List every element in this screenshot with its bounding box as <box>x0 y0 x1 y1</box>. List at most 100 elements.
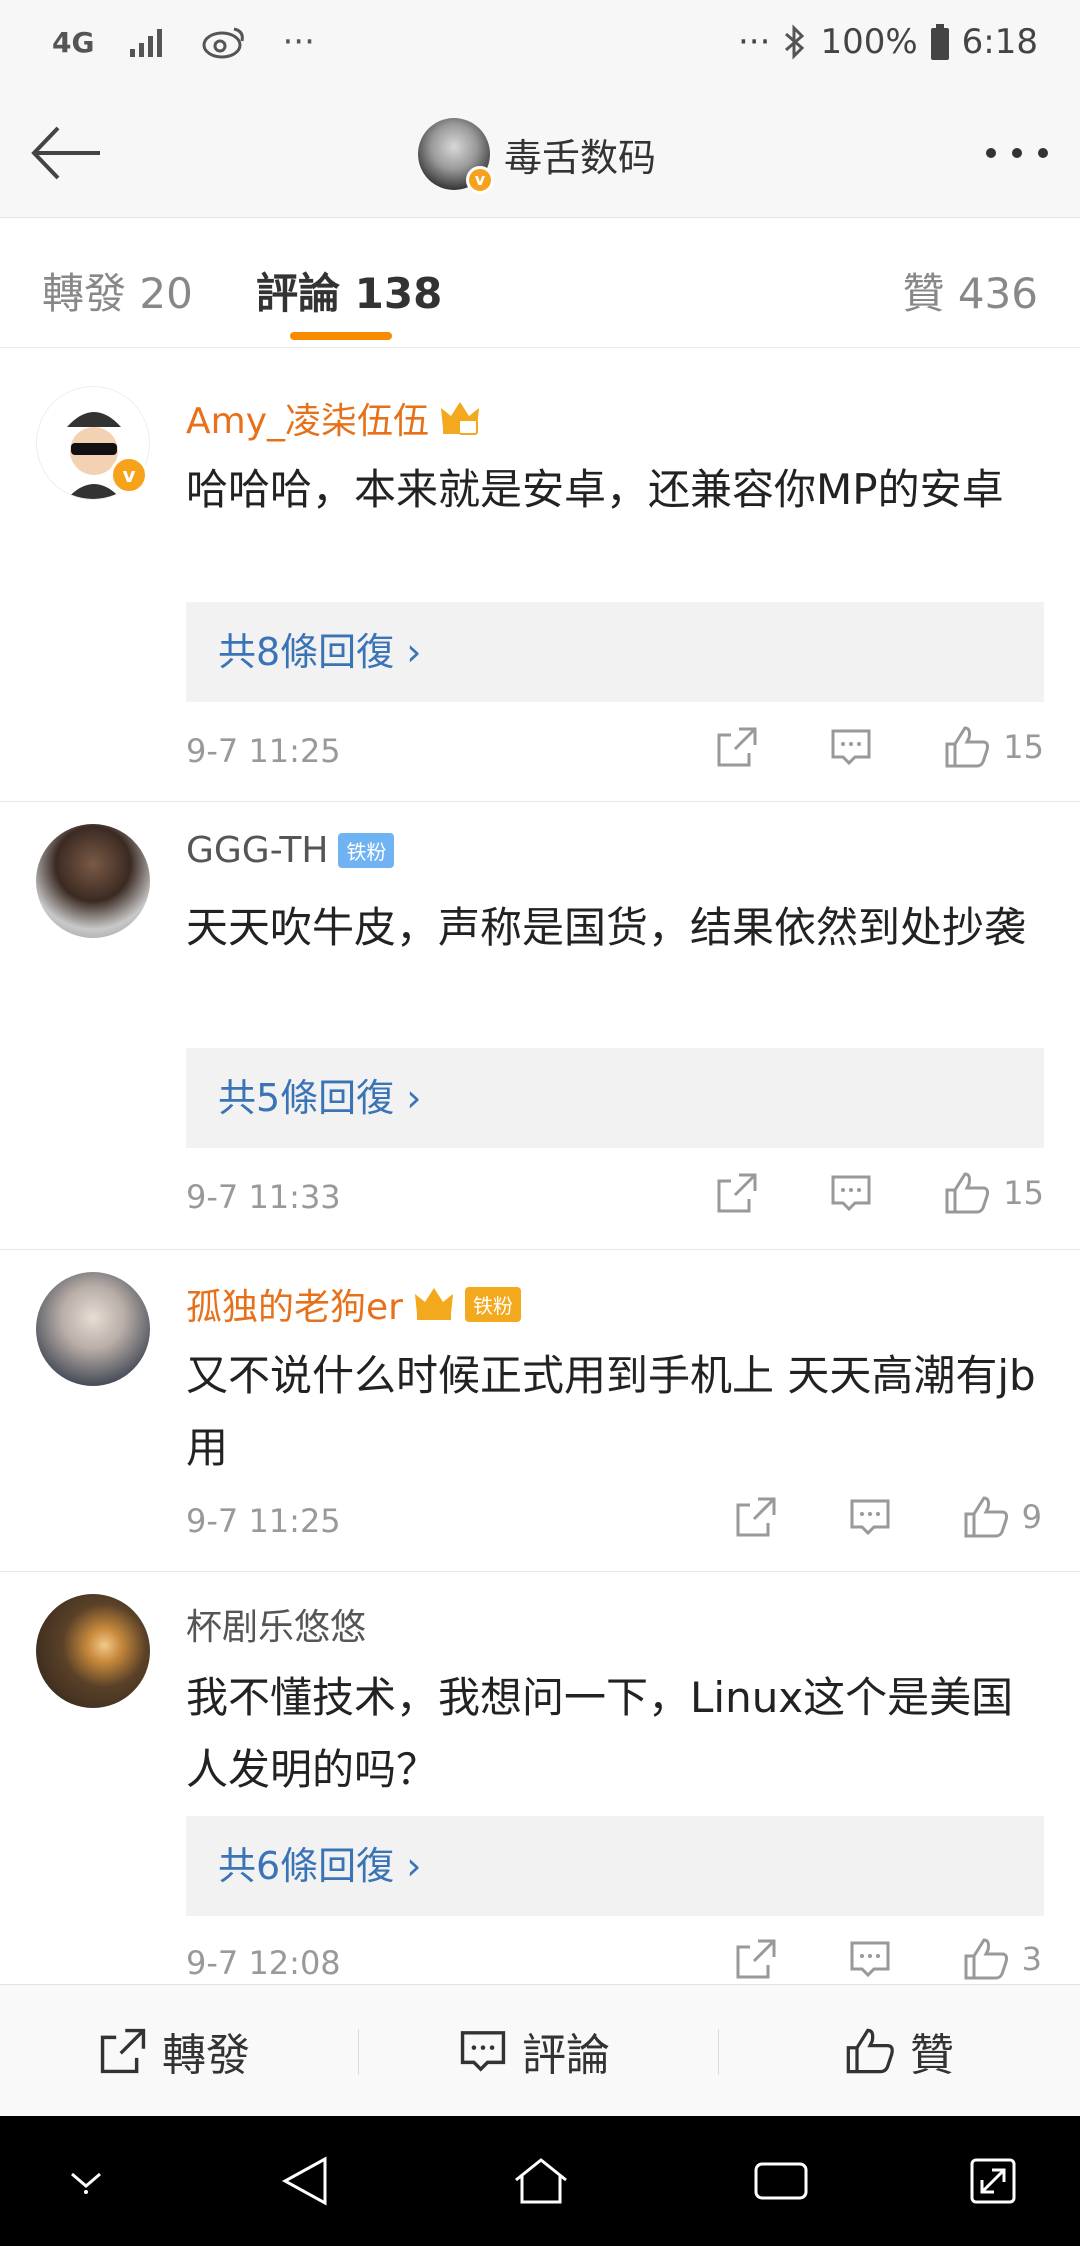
timestamp: 9-7 11:25 <box>186 732 341 770</box>
repost-button[interactable]: 轉發 <box>98 1985 250 2117</box>
more-menu-button[interactable] <box>986 148 1048 158</box>
share-icon[interactable] <box>734 1937 778 1981</box>
comment-icon[interactable] <box>848 1495 892 1539</box>
recents-icon <box>754 2162 808 2200</box>
thumbs-up-icon <box>945 1172 990 1214</box>
share-icon[interactable] <box>715 725 759 769</box>
nav-home-button[interactable] <box>506 2116 576 2246</box>
like-label: 贊 <box>910 2030 954 2081</box>
fan-badge: 铁粉 <box>338 833 395 868</box>
back-arrow-icon <box>31 126 100 180</box>
nav-recents-button[interactable] <box>746 2116 816 2246</box>
nav-expand-button[interactable] <box>958 2116 1028 2246</box>
tab-likes[interactable]: 贊 436 <box>902 260 1038 321</box>
username[interactable]: GGG-TH 铁粉 <box>186 830 395 871</box>
status-bar: 4G ··· ··· 100% 6:18 <box>0 0 1080 90</box>
chevron-right-icon: › <box>394 1076 422 1120</box>
comment-button[interactable]: 評論 <box>458 1985 610 2117</box>
username-text: 杯剧乐悠悠 <box>186 1607 367 1648</box>
tab-bar: 轉發 20 評論 138 贊 436 <box>0 218 1080 348</box>
username[interactable]: 杯剧乐悠悠 <box>186 1598 366 1650</box>
verified-icon: v <box>110 456 148 494</box>
replies-link[interactable]: 共6條回復 › <box>186 1816 1044 1916</box>
comment-item: 孤独的老狗er 铁粉 又不说什么时候正式用到手机上 天天高潮有jb用 9-7 1… <box>0 1250 1080 1572</box>
bluetooth-icon <box>785 24 805 60</box>
nav-back-button[interactable] <box>270 2116 340 2246</box>
more-status-dots-right: ··· <box>738 22 771 62</box>
back-button[interactable] <box>28 120 104 186</box>
nav-bar: v 毒舌数码 <box>0 90 1080 218</box>
comment-item: v Amy_凌柒伍伍 哈哈哈，本来就是安卓，还兼容你MP的安卓 共8條回復 › … <box>0 364 1080 802</box>
chevron-right-icon: › <box>394 1844 422 1888</box>
repost-label: 轉發 <box>162 2030 250 2081</box>
like-count: 3 <box>1021 1940 1042 1978</box>
comment-text: 又不说什么时候正式用到手机上 天天高潮有jb用 <box>186 1351 1036 1472</box>
like-count: 15 <box>1003 728 1044 766</box>
battery-percent: 100% <box>820 22 918 62</box>
divider <box>358 2029 359 2075</box>
comment-label: 評論 <box>522 2030 610 2081</box>
comment-item: 杯剧乐悠悠 我不懂技术，我想问一下，Linux这个是美国人发明的吗？ 共6條回復… <box>0 1572 1080 1984</box>
comment-text: 我不懂技术，我想问一下，Linux这个是美国人发明的吗？ <box>186 1673 1014 1794</box>
timestamp: 9-7 11:25 <box>186 1502 341 1540</box>
like-button[interactable]: 3 <box>962 1936 1042 1982</box>
comment-icon <box>460 2031 506 2072</box>
verified-icon: v <box>466 166 494 194</box>
like-button[interactable]: 15 <box>943 724 1044 770</box>
expand-icon <box>970 2158 1016 2204</box>
weibo-icon <box>202 27 245 59</box>
bottom-action-bar: 轉發 評論 贊 <box>0 1984 1080 2116</box>
replies-label: 共5條回復 <box>218 1076 395 1120</box>
like-button[interactable]: 9 <box>962 1494 1042 1540</box>
comment-icon[interactable] <box>829 1171 873 1215</box>
comment-icon[interactable] <box>829 725 873 769</box>
comment-icon[interactable] <box>848 1937 892 1981</box>
thumbs-up-icon <box>846 2028 894 2074</box>
avatar: v <box>418 118 494 194</box>
timestamp: 9-7 11:33 <box>186 1178 341 1216</box>
share-icon <box>100 2028 146 2074</box>
chevron-down-icon <box>71 2172 101 2194</box>
thumbs-up-icon <box>964 1496 1008 1538</box>
share-icon[interactable] <box>734 1495 778 1539</box>
signal-icon <box>130 29 163 57</box>
replies-link[interactable]: 共8條回復 › <box>186 602 1044 702</box>
replies-label: 共6條回復 <box>218 1844 395 1888</box>
page-title: 毒舌数码 <box>504 135 657 180</box>
fan-badge: 铁粉 <box>464 1286 521 1322</box>
nav-down-button[interactable] <box>56 2116 116 2246</box>
tab-comments[interactable]: 評論 138 <box>256 260 442 321</box>
username-text: GGG-TH <box>186 830 329 871</box>
username[interactable]: Amy_凌柒伍伍 <box>186 392 481 444</box>
tab-repost[interactable]: 轉發 20 <box>42 260 193 321</box>
thumbs-up-icon <box>964 1938 1008 1980</box>
clock: 6:18 <box>961 22 1038 62</box>
share-icon[interactable] <box>715 1171 759 1215</box>
avatar[interactable] <box>36 824 150 938</box>
back-triangle-icon <box>281 2156 327 2206</box>
crown-icon <box>441 402 480 435</box>
replies-link[interactable]: 共5條回復 › <box>186 1048 1044 1148</box>
timestamp: 9-7 12:08 <box>186 1944 341 1982</box>
home-icon <box>515 2158 567 2204</box>
nav-profile[interactable]: v 毒舌数码 <box>418 118 657 194</box>
comment-text: 天天吹牛皮，声称是国货，结果依然到处抄袭 <box>186 903 1027 952</box>
username[interactable]: 孤独的老狗er 铁粉 <box>186 1278 521 1330</box>
avatar[interactable] <box>36 1272 150 1386</box>
system-nav-bar <box>0 2116 1080 2246</box>
chevron-right-icon: › <box>394 630 422 674</box>
battery-icon <box>930 24 949 60</box>
like-button[interactable]: 15 <box>943 1170 1044 1216</box>
like-count: 9 <box>1021 1498 1042 1536</box>
username-text: Amy_凌柒伍伍 <box>186 401 430 442</box>
like-button[interactable]: 贊 <box>844 1985 954 2117</box>
comment-item: GGG-TH 铁粉 天天吹牛皮，声称是国货，结果依然到处抄袭 共5條回復 › 9… <box>0 802 1080 1250</box>
tab-indicator <box>290 332 392 340</box>
network-indicator: 4G <box>52 25 95 59</box>
divider <box>718 2029 719 2075</box>
crown-icon <box>414 1288 453 1320</box>
replies-label: 共8條回復 <box>218 630 395 674</box>
comment-text: 哈哈哈，本来就是安卓，还兼容你MP的安卓 <box>186 465 1004 514</box>
avatar[interactable] <box>36 1594 150 1708</box>
thumbs-up-icon <box>945 726 990 768</box>
